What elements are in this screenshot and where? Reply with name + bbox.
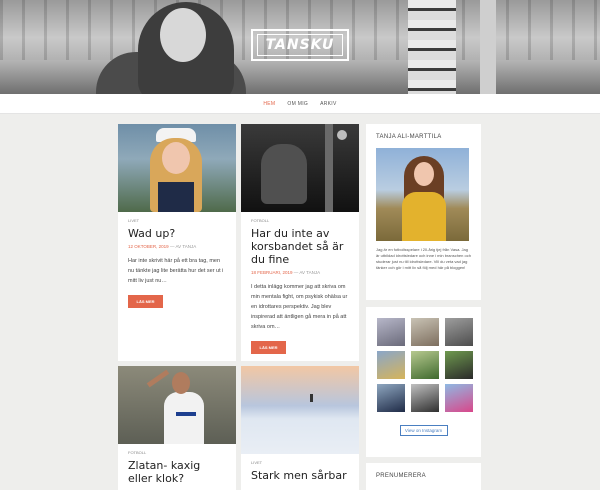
instagram-photo[interactable]: [411, 384, 439, 412]
instagram-photo[interactable]: [445, 351, 473, 379]
instagram-widget: View on Instagram: [366, 307, 481, 457]
instagram-photo[interactable]: [445, 384, 473, 412]
banner-birch-tree: [408, 0, 456, 94]
about-widget: TANJA ALI-MARTTILA Jag är en fotbollsspe…: [366, 124, 481, 300]
post-date[interactable]: 12 OKTOBER, 2019: [128, 244, 169, 249]
post-category[interactable]: LIVET: [128, 218, 226, 223]
instagram-photo[interactable]: [377, 384, 405, 412]
post-card: FOTBOLL Har du inte av korsbandet så är …: [241, 124, 359, 361]
post-category[interactable]: FOTBOLL: [251, 218, 349, 223]
banner-birch-tree-2: [480, 0, 496, 94]
instagram-photo[interactable]: [377, 318, 405, 346]
subscribe-widget: PRENUMERERA: [366, 463, 481, 490]
post-title[interactable]: Har du inte av korsbandet så är du fine: [251, 227, 349, 266]
post-excerpt: I detta inlägg kommer jag att skriva om …: [251, 284, 348, 330]
post-author[interactable]: AV TANJA: [175, 244, 196, 249]
post-category[interactable]: LIVET: [251, 460, 349, 465]
header-banner: TANSKU: [0, 0, 600, 94]
site-logo-text: TANSKU: [257, 34, 343, 56]
nav-item-om-mig[interactable]: OM MIG: [287, 101, 308, 107]
banner-ground: [0, 60, 600, 94]
post-image[interactable]: [241, 366, 359, 454]
banner-person-face: [160, 8, 206, 62]
about-photo: [376, 148, 469, 241]
nav-item-hem[interactable]: HEM: [263, 101, 275, 107]
instagram-grid: [366, 318, 481, 412]
post-card: FOTBOLL Zlatan- kaxig eller klok?: [118, 366, 236, 490]
post-card: LIVET Wad up? 12 OKTOBER, 2019 — AV TANJ…: [118, 124, 236, 361]
post-title[interactable]: Zlatan- kaxig eller klok?: [128, 459, 226, 485]
site-logo[interactable]: TANSKU: [251, 29, 349, 61]
read-more-button[interactable]: LÄS MER: [128, 295, 163, 308]
post-image[interactable]: [241, 124, 359, 212]
subscribe-title: PRENUMERERA: [376, 473, 426, 479]
instagram-photo[interactable]: [411, 351, 439, 379]
post-meta: 12 OKTOBER, 2019 — AV TANJA: [128, 244, 226, 249]
post-image[interactable]: [118, 366, 236, 444]
post-meta: 18 FEBRUARI, 2019 — AV TANJA: [251, 270, 349, 275]
about-title: TANJA ALI-MARTTILA: [376, 134, 442, 140]
read-more-button[interactable]: LÄS MER: [251, 341, 286, 354]
instagram-photo[interactable]: [377, 351, 405, 379]
about-text: Jag är en fotbollsspelare i 20-årig tjej…: [376, 247, 471, 270]
post-title[interactable]: Stark men sårbar: [251, 469, 349, 482]
main-navigation: HEM OM MIG ARKIV: [0, 94, 600, 114]
post-card: LIVET Stark men sårbar: [241, 366, 359, 490]
post-category[interactable]: FOTBOLL: [128, 450, 226, 455]
view-on-instagram-button[interactable]: View on Instagram: [399, 425, 448, 436]
post-title[interactable]: Wad up?: [128, 227, 226, 240]
instagram-photo[interactable]: [411, 318, 439, 346]
nav-item-arkiv[interactable]: ARKIV: [320, 101, 337, 107]
instagram-photo[interactable]: [445, 318, 473, 346]
post-image[interactable]: [118, 124, 236, 212]
post-date[interactable]: 18 FEBRUARI, 2019: [251, 270, 293, 275]
post-excerpt: Har inte skrivit här på ett bra tag, men…: [128, 258, 224, 284]
post-author[interactable]: AV TANJA: [299, 270, 320, 275]
